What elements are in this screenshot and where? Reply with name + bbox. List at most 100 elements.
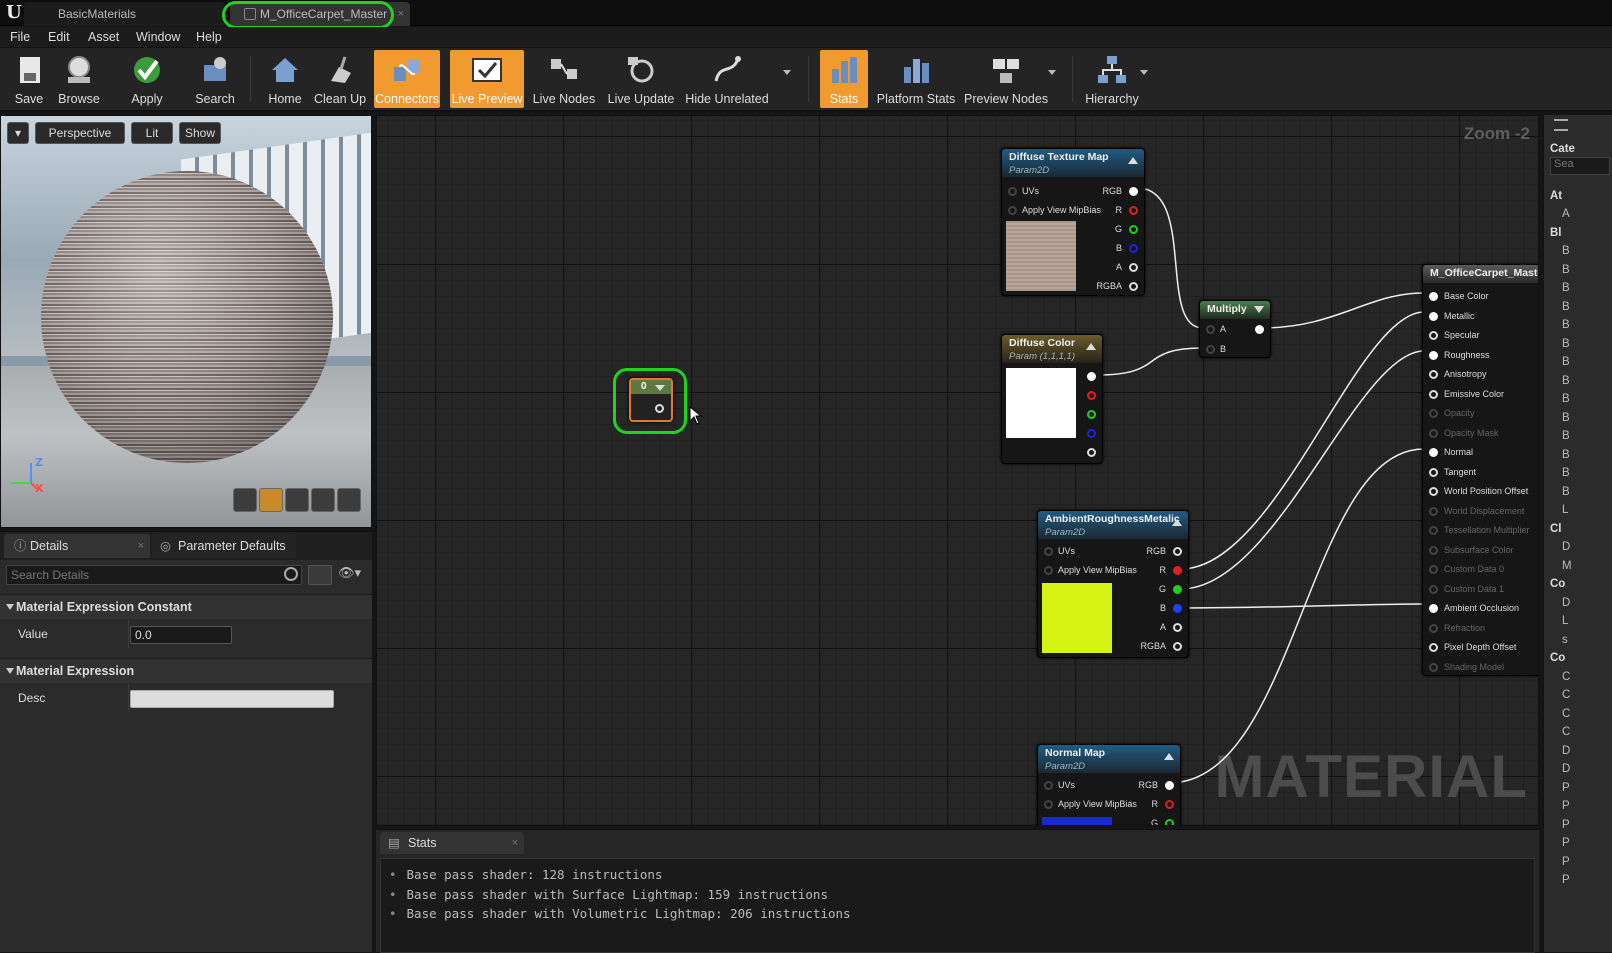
palette-item[interactable]: L: [1562, 504, 1568, 516]
normal-map-node[interactable]: Normal Map Param2D UVs Apply View MipBias…: [1037, 744, 1181, 825]
input-pin-icon[interactable]: [1429, 292, 1438, 301]
output-pin-icon[interactable]: [1129, 263, 1138, 272]
output-pin-icon[interactable]: [1129, 244, 1138, 253]
menu-window[interactable]: Window: [136, 27, 180, 48]
palette-item[interactable]: B: [1562, 245, 1570, 257]
palette-item[interactable]: At: [1550, 190, 1562, 202]
input-pin-icon[interactable]: [1429, 545, 1438, 555]
input-pin-icon[interactable]: [1429, 409, 1438, 418]
output-pin-icon[interactable]: [1087, 410, 1096, 419]
palette-item[interactable]: D: [1562, 541, 1570, 553]
tab-stats[interactable]: ▤ Stats ×: [380, 832, 524, 854]
tab-parameter-defaults[interactable]: ◎ Parameter Defaults: [152, 534, 296, 558]
output-pin-icon[interactable]: [1173, 623, 1182, 632]
input-pin-icon[interactable]: [1429, 350, 1438, 360]
list-view-icon[interactable]: [308, 565, 332, 585]
palette-item[interactable]: P: [1562, 837, 1570, 849]
input-pin-icon[interactable]: [1429, 506, 1438, 516]
material-result-node[interactable]: M_OfficeCarpet_Master Base Color Metallic…: [1422, 264, 1538, 676]
output-pin-icon[interactable]: [1173, 604, 1182, 613]
diffuse-color-node[interactable]: Diffuse Color Param (1,1,1,1): [1001, 334, 1103, 464]
output-pin-icon[interactable]: [1173, 642, 1182, 651]
close-tab-icon[interactable]: ×: [398, 2, 404, 26]
output-pin-icon[interactable]: [1129, 225, 1138, 234]
input-pin-icon[interactable]: [1429, 467, 1438, 477]
input-pin-icon[interactable]: [1429, 662, 1438, 672]
menu-help[interactable]: Help: [196, 27, 222, 48]
close-tab-icon[interactable]: ×: [512, 832, 518, 854]
palette-item[interactable]: B: [1562, 486, 1570, 498]
ambient-roughness-metalic-node[interactable]: AmbientRoughnessMetalic Param2D UVs Apply…: [1037, 510, 1189, 658]
toolbar-dropdown-arrow[interactable]: [1140, 70, 1148, 75]
palette-item[interactable]: P: [1562, 856, 1570, 868]
output-pin-icon[interactable]: [1173, 547, 1182, 556]
palette-item[interactable]: B: [1562, 449, 1570, 461]
palette-item[interactable]: A: [1562, 208, 1570, 220]
node-dropdown-icon[interactable]: [1254, 306, 1264, 313]
close-tab-icon[interactable]: ×: [138, 534, 144, 558]
input-pin-icon[interactable]: [1429, 643, 1438, 652]
output-pin-icon[interactable]: [1255, 325, 1264, 334]
stats-button[interactable]: Stats: [820, 50, 868, 108]
output-pin-icon[interactable]: [1087, 429, 1096, 438]
perspective-button[interactable]: Perspective: [35, 122, 125, 144]
input-pin-icon[interactable]: [1429, 565, 1438, 574]
palette-item[interactable]: B: [1562, 356, 1570, 368]
collapse-icon[interactable]: [1164, 753, 1174, 760]
palette-item[interactable]: Co: [1550, 578, 1565, 590]
cylinder-preview-icon[interactable]: [233, 488, 257, 512]
toolbar-dropdown-arrow[interactable]: [783, 70, 791, 75]
palette-item[interactable]: P: [1562, 874, 1570, 886]
multiply-node[interactable]: Multiply A B: [1199, 300, 1271, 358]
search-icon[interactable]: [284, 567, 298, 581]
menu-file[interactable]: File: [10, 27, 30, 48]
palette-item[interactable]: C: [1562, 708, 1570, 720]
palette-item[interactable]: C: [1562, 689, 1570, 701]
palette-item[interactable]: Cl: [1550, 523, 1562, 535]
palette-item[interactable]: B: [1562, 393, 1570, 405]
palette-item[interactable]: B: [1562, 412, 1570, 424]
category-material-expression-constant[interactable]: Material Expression Constant: [0, 594, 372, 619]
search-button[interactable]: Search: [188, 50, 242, 108]
category-material-expression[interactable]: Material Expression: [0, 658, 372, 683]
input-pin-icon[interactable]: [1429, 311, 1438, 321]
input-pin-icon[interactable]: [1429, 526, 1438, 535]
palette-item[interactable]: P: [1562, 800, 1570, 812]
input-pin-icon[interactable]: [1429, 623, 1438, 633]
collapse-icon[interactable]: [1086, 343, 1096, 350]
palette-item[interactable]: B: [1562, 375, 1570, 387]
output-pin-icon[interactable]: [1087, 448, 1096, 457]
palette-item[interactable]: B: [1562, 264, 1570, 276]
clean-up-button[interactable]: Clean Up: [312, 50, 368, 108]
palette-item[interactable]: Co: [1550, 652, 1565, 664]
preview-viewport[interactable]: ▾ Perspective Lit Show Z X: [0, 115, 372, 528]
palette-search-input[interactable]: Sea: [1550, 157, 1610, 175]
input-pin-icon[interactable]: [1044, 800, 1053, 809]
output-pin-icon[interactable]: [1165, 800, 1174, 809]
cube-preview-icon[interactable]: [311, 488, 335, 512]
input-pin-icon[interactable]: [1206, 345, 1215, 354]
apply-button[interactable]: Apply: [120, 50, 174, 108]
palette-item[interactable]: B: [1562, 467, 1570, 479]
palette-item[interactable]: P: [1562, 819, 1570, 831]
palette-item[interactable]: L: [1562, 615, 1568, 627]
lit-button[interactable]: Lit: [131, 122, 173, 144]
viewport-options-dropdown[interactable]: ▾: [7, 122, 29, 144]
palette-item[interactable]: D: [1562, 745, 1570, 757]
palette-menu-icon[interactable]: [1554, 119, 1568, 131]
plane-preview-icon[interactable]: [285, 488, 309, 512]
input-pin-icon[interactable]: [1429, 604, 1438, 613]
palette-item[interactable]: P: [1562, 782, 1570, 794]
palette-item[interactable]: B: [1562, 338, 1570, 350]
palette-item[interactable]: C: [1562, 671, 1570, 683]
output-pin-icon[interactable]: [1087, 372, 1096, 381]
column-splitter[interactable]: [128, 620, 129, 648]
input-pin-icon[interactable]: [1429, 448, 1438, 457]
live-update-button[interactable]: Live Update: [606, 50, 676, 108]
output-pin-icon[interactable]: [1165, 819, 1174, 825]
input-pin-icon[interactable]: [1429, 428, 1438, 438]
live-nodes-button[interactable]: Live Nodes: [530, 50, 598, 108]
palette-item[interactable]: B: [1562, 301, 1570, 313]
material-graph-canvas[interactable]: Zoom -2 MATERIAL 0 Diffuse Texture Map Pa…: [376, 115, 1539, 826]
input-pin-icon[interactable]: [1429, 331, 1438, 340]
